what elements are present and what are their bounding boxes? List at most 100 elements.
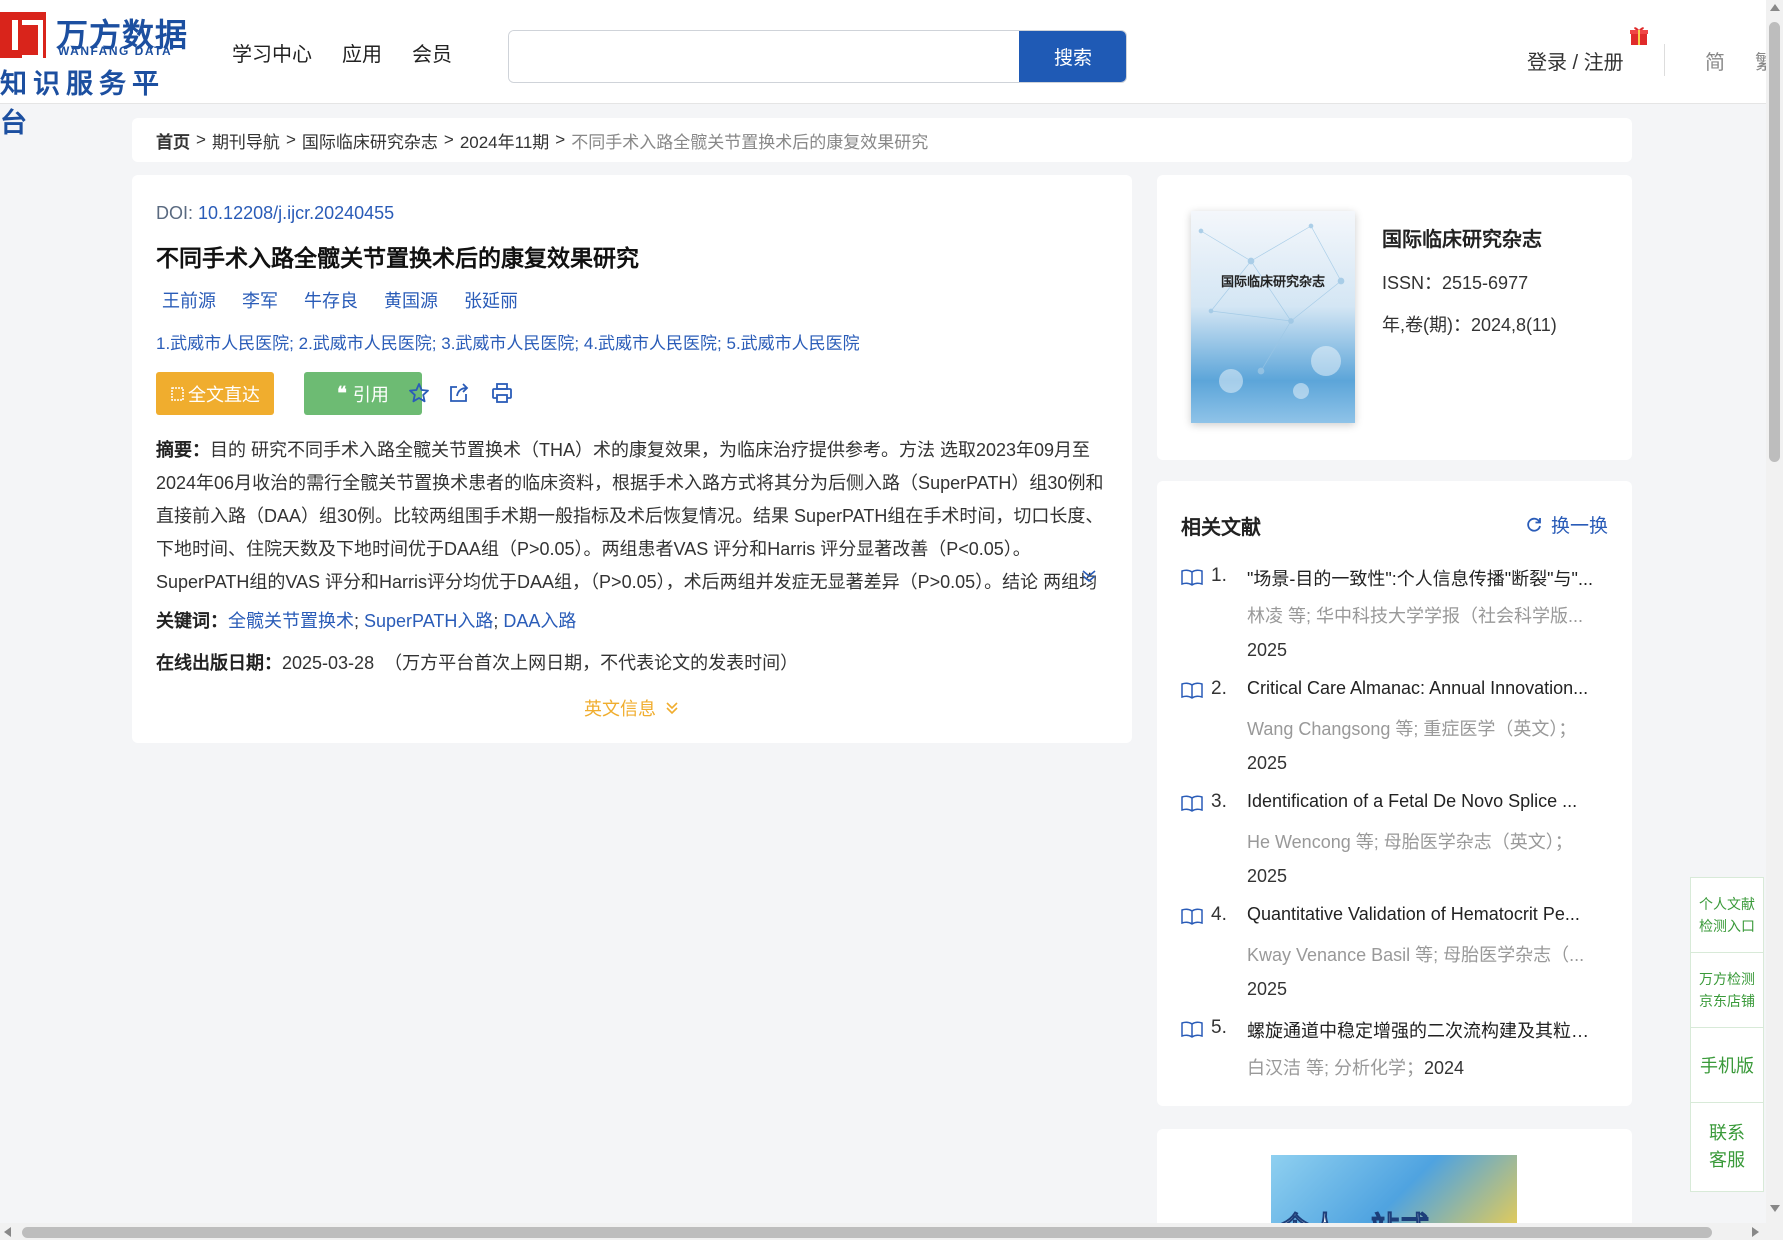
related-num: 3. — [1211, 791, 1227, 812]
book-icon — [1181, 569, 1203, 586]
pubdate-label: 在线出版日期： — [156, 653, 282, 673]
breadcrumb-separator: > — [285, 130, 296, 149]
book-icon — [1181, 682, 1203, 699]
related-num: 1. — [1211, 565, 1227, 586]
breadcrumb-separator: > — [555, 130, 566, 149]
related-title-link[interactable]: Quantitative Validation of Hematocrit Pe… — [1247, 904, 1601, 925]
keywords: 关键词：全髋关节置换术; SuperPATH入路; DAA入路 — [156, 611, 577, 631]
doi-line: DOI: 10.12208/j.ijcr.20240455 — [156, 203, 394, 224]
main-nav: 学习中心 应用 会员 — [232, 38, 452, 67]
breadcrumb-issue[interactable]: 2024年11期 — [460, 128, 549, 153]
journal-issn: ISSN：2515-6977 — [1382, 273, 1529, 293]
scroll-left-icon[interactable] — [4, 1227, 11, 1237]
related-num: 4. — [1211, 904, 1227, 925]
related-title: 相关文献 — [1181, 517, 1261, 539]
horizontal-scrollbar[interactable] — [0, 1223, 1766, 1240]
book-icon — [1181, 1021, 1203, 1038]
related-year: 2025 — [1247, 979, 1288, 999]
print-icon[interactable] — [490, 381, 514, 405]
author-link[interactable]: 黄国源 — [384, 287, 438, 313]
document-icon — [171, 386, 184, 401]
related-year: 2024 — [1424, 1058, 1465, 1078]
book-icon — [1181, 908, 1203, 925]
breadcrumb-journal-nav[interactable]: 期刊导航 — [212, 128, 280, 153]
search-box: 搜索 — [508, 30, 1127, 83]
nav-apps[interactable]: 应用 — [342, 38, 382, 67]
nav-learning-center[interactable]: 学习中心 — [232, 38, 312, 67]
related-num: 2. — [1211, 678, 1227, 699]
search-input[interactable] — [509, 31, 1019, 82]
gift-icon[interactable] — [1628, 24, 1650, 46]
related-num: 5. — [1211, 1017, 1227, 1038]
related-year: 2025 — [1247, 866, 1288, 886]
doi-label: DOI: — [156, 203, 194, 223]
abstract-text: 目的 研究不同手术入路全髋关节置换术（THA）术的康复效果，为临床治疗提供参考。… — [156, 440, 1104, 592]
related-title-link[interactable]: "场景-目的一致性":个人信息传播"断裂"与"... — [1247, 565, 1601, 591]
keywords-label: 关键词： — [156, 611, 228, 631]
doi-link[interactable]: 10.12208/j.ijcr.20240455 — [198, 203, 394, 223]
related-year: 2025 — [1247, 753, 1288, 773]
breadcrumb: 首页 > 期刊导航 > 国际临床研究杂志 > 2024年11期 > 不同手术入路… — [132, 118, 1632, 162]
keyword-link[interactable]: DAA入路 — [503, 611, 576, 631]
header-divider — [1664, 44, 1665, 76]
journal-name[interactable]: 国际临床研究杂志 — [1382, 223, 1542, 252]
expand-abstract-icon[interactable] — [1080, 567, 1098, 585]
related-meta: He Wencong 等; 母胎医学杂志（英文）； — [1247, 832, 1573, 852]
author-link[interactable]: 李军 — [242, 287, 278, 313]
logo-en-text: WANFANG DATA — [58, 44, 173, 58]
vertical-scroll-thumb[interactable] — [1769, 22, 1780, 462]
float-mobile[interactable]: 手机版 — [1691, 1028, 1763, 1103]
related-title-link[interactable]: 螺旋通道中稳定增强的二次流构建及其粒子... — [1247, 1017, 1601, 1043]
book-icon — [1181, 795, 1203, 812]
related-meta: 白汉洁 等; 分析化学；2024 — [1247, 1054, 1601, 1080]
login-register-link[interactable]: 登录 / 注册 — [1527, 46, 1624, 75]
journal-card: 国际临床研究杂志 国际临床研究杂志 ISSN：2515-6977 年,卷(期)：… — [1157, 175, 1632, 460]
float-personal-check[interactable]: 个人文献检测入口 — [1691, 878, 1763, 953]
related-year: 2025 — [1247, 640, 1288, 660]
float-support[interactable]: 联系客服 — [1691, 1103, 1763, 1191]
keyword-link[interactable]: SuperPATH入路 — [364, 611, 493, 631]
breadcrumb-separator: > — [196, 130, 206, 149]
breadcrumb-home[interactable]: 首页 — [156, 128, 190, 153]
refresh-button[interactable]: 换一换 — [1525, 511, 1608, 538]
share-icon[interactable] — [447, 381, 471, 405]
lang-traditional[interactable]: 繁 — [1755, 46, 1766, 75]
author-link[interactable]: 牛存良 — [304, 287, 358, 313]
float-jd-store[interactable]: 万方检测京东店铺 — [1691, 953, 1763, 1028]
fulltext-label: 全文直达 — [188, 384, 260, 405]
journal-volume: 年,卷(期)：2024,8(11) — [1382, 315, 1557, 335]
breadcrumb-journal[interactable]: 国际临床研究杂志 — [302, 128, 438, 153]
fulltext-button[interactable]: 全文直达 — [156, 372, 274, 415]
star-icon[interactable] — [407, 381, 431, 405]
search-button[interactable]: 搜索 — [1019, 31, 1126, 82]
breadcrumb-current: 不同手术入路全髋关节置换术后的康复效果研究 — [571, 132, 929, 152]
horizontal-scroll-thumb[interactable] — [22, 1227, 1712, 1238]
author-link[interactable]: 王前源 — [162, 287, 216, 313]
vertical-scrollbar[interactable] — [1766, 0, 1783, 1240]
author-link[interactable]: 张延丽 — [464, 287, 518, 313]
abstract: 摘要：目的 研究不同手术入路全髋关节置换术（THA）术的康复效果，为临床治疗提供… — [156, 434, 1108, 599]
cite-label: 引用 — [352, 384, 389, 405]
journal-cover[interactable]: 国际临床研究杂志 — [1191, 211, 1355, 423]
keyword-link[interactable]: 全髋关节置换术 — [228, 611, 354, 631]
scroll-right-icon[interactable] — [1752, 1227, 1759, 1237]
pubdate-note: （万方平台首次上网日期，不代表论文的发表时间） — [384, 653, 799, 673]
top-header: 万方数据 WANFANG DATA 知识服务平台 学习中心 应用 会员 搜索 登… — [0, 0, 1766, 138]
related-title-link[interactable]: Identification of a Fetal De Novo Splice… — [1247, 791, 1601, 812]
logo-mark-icon — [0, 12, 46, 60]
refresh-icon — [1527, 517, 1541, 532]
abstract-label: 摘要： — [156, 440, 210, 460]
publish-date: 在线出版日期：2025-03-28 （万方平台首次上网日期，不代表论文的发表时间… — [156, 649, 798, 675]
scroll-up-icon[interactable] — [1770, 4, 1780, 11]
site-logo[interactable]: 万方数据 WANFANG DATA 知识服务平台 — [0, 10, 190, 138]
related-literature: 相关文献 换一换 1. "场景-目的一致性":个人信息传播"断裂"与"... 林… — [1157, 481, 1632, 1106]
scroll-down-icon[interactable] — [1770, 1205, 1780, 1212]
lang-simplified[interactable]: 简 — [1705, 46, 1725, 75]
quote-icon: ❝ — [337, 383, 347, 404]
affiliations[interactable]: 1.武威市人民医院; 2.武威市人民医院; 3.武威市人民医院; 4.武威市人民… — [156, 329, 860, 354]
related-title-link[interactable]: Critical Care Almanac: Annual Innovation… — [1247, 678, 1601, 699]
cover-network-pattern — [1198, 223, 1345, 399]
cite-button[interactable]: ❝ 引用 — [304, 372, 422, 415]
english-info-toggle[interactable]: 英文信息 — [584, 695, 680, 721]
nav-membership[interactable]: 会员 — [412, 38, 452, 67]
